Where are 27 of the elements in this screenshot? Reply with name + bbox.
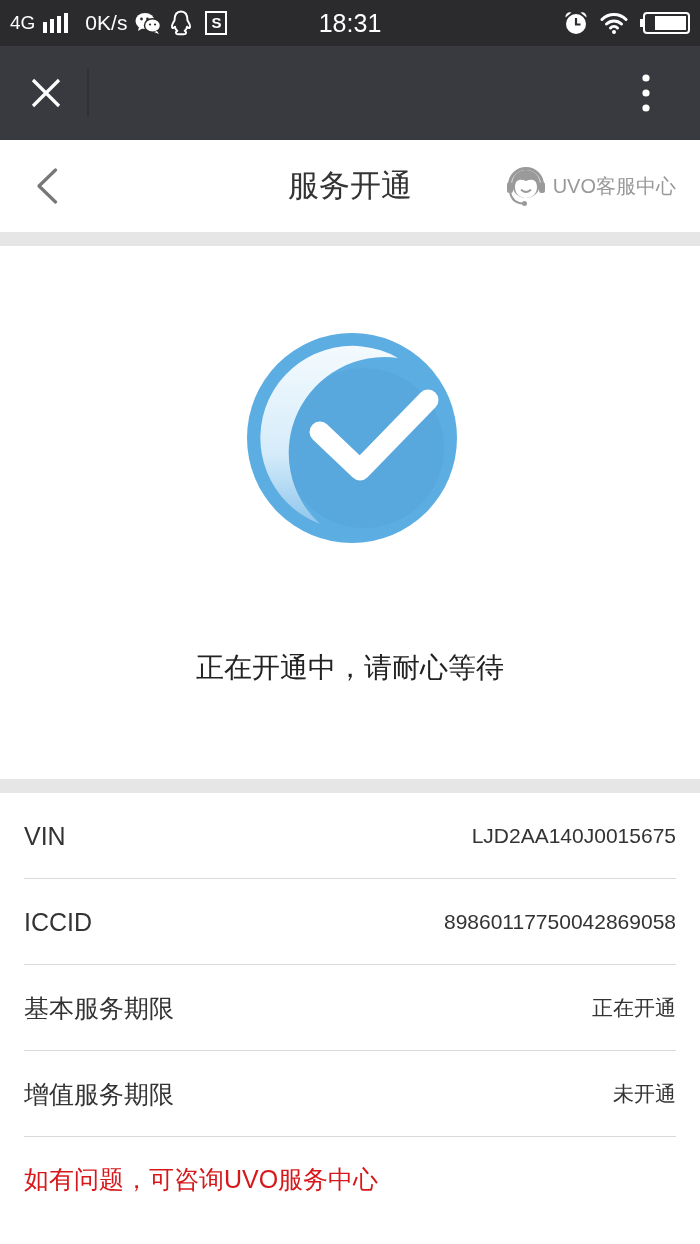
- back-chevron-icon: [36, 168, 58, 204]
- field-label: 基本服务期限: [24, 992, 174, 1024]
- field-label: VIN: [24, 820, 66, 852]
- more-icon: [642, 74, 650, 112]
- check-circle-icon: [246, 332, 458, 544]
- app-notification-icon: S: [205, 11, 228, 35]
- clock-time: 18:31: [318, 8, 382, 38]
- field-label: 增值服务期限: [24, 1078, 174, 1110]
- field-value: LJD2AA140J0015675: [471, 822, 676, 849]
- customer-service-link[interactable]: UVO客服中心: [505, 165, 676, 207]
- activation-message: 正在开通中，请耐心等待: [196, 651, 504, 685]
- close-icon: [31, 78, 61, 108]
- penguin-icon: [169, 10, 194, 36]
- help-notice: 如有问题，可咨询UVO服务中心: [24, 1164, 379, 1195]
- network-type-label: 4G: [10, 12, 36, 34]
- wifi-icon: [600, 12, 628, 34]
- headset-agent-icon: [505, 165, 546, 207]
- field-value: 未开通: [613, 1080, 676, 1107]
- page-title: 服务开通: [288, 167, 412, 205]
- signal-icon: [43, 13, 70, 33]
- field-value: 89860117750042869058: [443, 908, 676, 935]
- data-speed-label: 0K/s: [85, 11, 128, 35]
- field-label: ICCID: [24, 906, 93, 938]
- alarm-clock-icon: [564, 11, 588, 35]
- chat-bubbles-icon: [135, 12, 162, 34]
- battery-icon: [640, 12, 690, 34]
- field-value: 正在开通: [592, 994, 676, 1021]
